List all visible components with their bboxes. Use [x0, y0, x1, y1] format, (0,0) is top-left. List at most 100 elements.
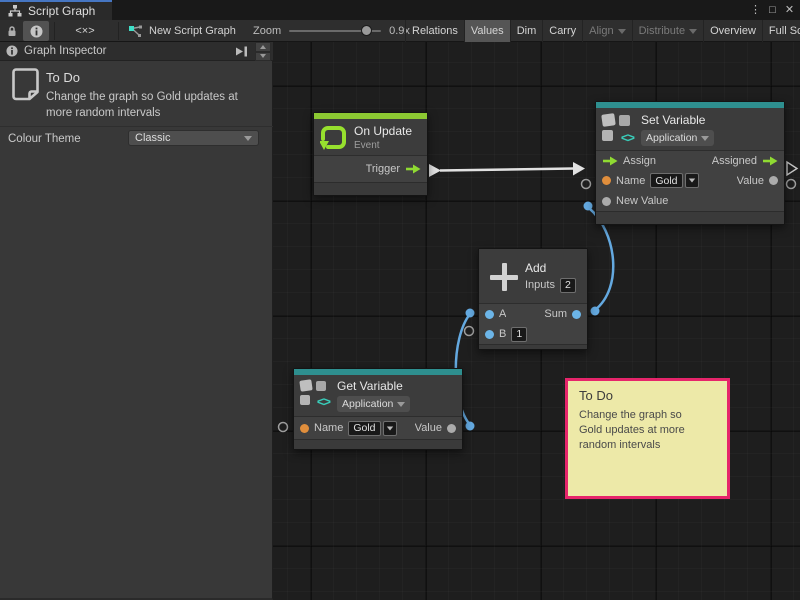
sticky-note-icon: [11, 67, 40, 101]
variable-scope-dropdown[interactable]: Application: [337, 396, 410, 412]
zoom-slider-handle[interactable]: [361, 25, 372, 36]
scroll-down-button[interactable]: [255, 52, 271, 62]
unity-script-graph-window: Script Graph ⋮ □ ✕ <×>: [0, 0, 800, 600]
toolbar-separator: [54, 22, 55, 40]
node-get-variable[interactable]: <> Get Variable Application Name: [293, 368, 463, 450]
node-footer: [596, 211, 784, 224]
window-menu-icon[interactable]: ⋮: [747, 0, 764, 20]
port-value-label: Value: [415, 422, 442, 434]
port-new-value-label: New Value: [616, 195, 668, 207]
port-a-label: A: [499, 308, 506, 320]
variable-icon: <>: [300, 379, 330, 407]
close-icon[interactable]: ✕: [781, 0, 798, 20]
graph-toolbar: <×> New Script Graph Zoom 0.9x Relations: [0, 20, 800, 42]
triangle-up-icon: [260, 45, 266, 49]
chevron-down-icon: [685, 173, 699, 188]
lock-icon: [6, 25, 18, 37]
unconnected-port-circle[interactable]: [787, 180, 796, 189]
graph-asset-icon: [128, 25, 143, 38]
values-button[interactable]: Values: [464, 20, 510, 42]
wire-endpoint-dot[interactable]: [466, 309, 475, 318]
value-port[interactable]: [447, 424, 456, 433]
tab-script-graph[interactable]: Script Graph: [0, 0, 112, 20]
port-b-label: B: [499, 328, 506, 340]
wire-endpoint-dot[interactable]: [584, 202, 593, 211]
flow-arrow-icon[interactable]: [762, 156, 778, 166]
graph-name-label: New Script Graph: [149, 25, 236, 37]
wire-endpoint-dot[interactable]: [591, 307, 600, 316]
triangle-down-icon: [260, 54, 266, 58]
sticky-note-title: To Do: [579, 388, 716, 403]
info-icon: [30, 25, 43, 38]
graph-name-button[interactable]: New Script Graph: [128, 20, 236, 42]
flow-input-arrowhead[interactable]: [573, 162, 585, 176]
graph-canvas[interactable]: On Update Event Trigger: [273, 42, 800, 600]
name-port[interactable]: [602, 176, 611, 185]
new-value-port[interactable]: [602, 197, 611, 206]
unconnected-flow-triangle[interactable]: [787, 162, 797, 175]
add-plus-icon: [490, 263, 518, 291]
code-view-button[interactable]: <×>: [62, 21, 108, 41]
zoom-control: Zoom 0.9x: [253, 20, 410, 42]
value-port[interactable]: [769, 176, 778, 185]
colour-theme-dropdown[interactable]: Classic: [128, 130, 259, 146]
align-dropdown[interactable]: Align: [582, 20, 631, 42]
scroll-up-button[interactable]: [255, 42, 271, 52]
zoom-slider[interactable]: [289, 30, 381, 32]
flow-arrow-icon[interactable]: [602, 156, 618, 166]
variable-name-dropdown[interactable]: Gold: [348, 421, 396, 436]
node-set-variable[interactable]: <> Set Variable Application: [595, 101, 785, 225]
unconnected-port-circle[interactable]: [279, 423, 288, 432]
node-title: Add: [525, 261, 576, 275]
input-b-value-field[interactable]: 1: [511, 327, 527, 342]
carry-button[interactable]: Carry: [542, 20, 582, 42]
variable-icon: <>: [602, 113, 634, 143]
script-graph-tab-icon: [8, 5, 22, 17]
port-assigned-label: Assigned: [712, 155, 757, 167]
on-update-loop-icon: [320, 124, 347, 151]
zoom-label: Zoom: [253, 25, 281, 37]
variable-scope-dropdown[interactable]: Application: [641, 130, 714, 146]
toolbar-separator: [118, 22, 119, 40]
unconnected-port-circle[interactable]: [582, 180, 591, 189]
inspector-header: Graph Inspector: [0, 42, 273, 61]
overview-button[interactable]: Overview: [703, 20, 762, 42]
node-subtitle: Event: [354, 140, 412, 151]
inputs-label: Inputs: [525, 279, 555, 291]
node-on-update[interactable]: On Update Event Trigger: [313, 112, 428, 196]
relations-button[interactable]: Relations: [405, 20, 464, 42]
node-add[interactable]: Add Inputs 2 A Sum: [478, 248, 588, 350]
colour-theme-label: Colour Theme: [8, 133, 81, 145]
port-value-label: Value: [737, 175, 764, 187]
unconnected-port-circle[interactable]: [465, 327, 474, 336]
input-b-port[interactable]: [485, 330, 494, 339]
node-title: Set Variable: [641, 113, 714, 127]
tab-title: Script Graph: [28, 4, 95, 18]
variable-name-dropdown[interactable]: Gold: [650, 173, 698, 188]
sticky-note[interactable]: To Do Change the graph so Gold updates a…: [565, 378, 730, 499]
flow-wire-trigger-to-assign[interactable]: [440, 169, 574, 171]
sticky-note-text: Change the graph so Gold updates at more…: [579, 408, 705, 453]
maximize-icon[interactable]: □: [764, 0, 781, 20]
tab-bar: Script Graph ⋮ □ ✕: [0, 0, 800, 20]
input-a-port[interactable]: [485, 310, 494, 319]
name-port[interactable]: [300, 424, 309, 433]
inspector-title: Graph Inspector: [24, 45, 106, 57]
sum-port[interactable]: [572, 310, 581, 319]
flow-arrow-icon[interactable]: [405, 164, 421, 174]
chevron-down-icon: [689, 29, 697, 34]
panel-scroll-spinner: [255, 42, 271, 61]
fullscreen-button[interactable]: Full Screen: [762, 20, 800, 42]
dock-panel-icon[interactable]: [234, 45, 249, 58]
distribute-dropdown[interactable]: Distribute: [632, 20, 703, 42]
inspector-note-title: To Do: [46, 70, 80, 85]
inputs-count-field[interactable]: 2: [560, 278, 576, 293]
node-footer: [314, 182, 427, 195]
inspector-toggle-button[interactable]: [23, 21, 49, 41]
flow-output-triangle[interactable]: [429, 164, 441, 177]
port-assign-label: Assign: [623, 155, 656, 167]
toolbar-right-buttons: Relations Values Dim Carry Align Distrib…: [405, 20, 800, 42]
wire-endpoint-dot[interactable]: [466, 422, 475, 431]
dim-button[interactable]: Dim: [510, 20, 543, 42]
lock-button[interactable]: [2, 21, 22, 41]
